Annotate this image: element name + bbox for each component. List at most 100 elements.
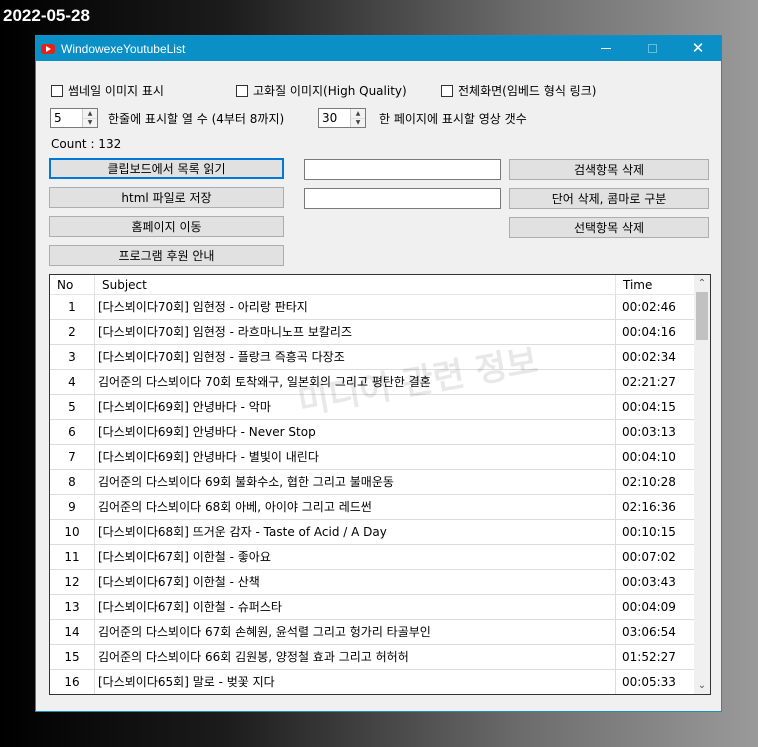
per-page-value: 30 [322, 111, 338, 125]
table-row[interactable]: 4 김어준의 다스뵈이다 70회 토착왜구, 일본회의 그리고 평탄한 결혼 02:… [50, 370, 695, 395]
cell-time: 00:07:02 [622, 550, 676, 564]
cell-subject: [다스뵈이다69회] 안녕바다 - 악마 [95, 395, 616, 419]
cell-time: 00:05:33 [622, 675, 676, 689]
app-window: WindowexeYoutubeList ✕ 썸네일 이미지 표시 고화질 이미… [35, 35, 722, 712]
cell-no: 5 [50, 395, 95, 419]
list-rows: 1 [다스뵈이다70회] 임현정 - 아리랑 판타지 00:02:46 2 [다스뵈이다… [50, 295, 695, 694]
cell-no: 14 [50, 620, 95, 644]
cell-subject: 김어준의 다스뵈이다 69회 불화수소, 협한 그리고 불매운동 [95, 470, 616, 494]
cell-no: 16 [50, 670, 95, 694]
homepage-button[interactable]: 홈페이지 이동 [49, 216, 284, 237]
hq-image-checkbox-label: 고화질 이미지(High Quality) [253, 84, 407, 98]
cell-subject: [다스뵈이다69회] 안녕바다 - 별빛이 내린다 [95, 445, 616, 469]
table-row[interactable]: 12 [다스뵈이다67회] 이한철 - 산책 00:03:43 [50, 570, 695, 595]
table-row[interactable]: 5 [다스뵈이다69회] 안녕바다 - 악마 00:04:15 [50, 395, 695, 420]
cell-subject: 김어준의 다스뵈이다 68회 아베, 아이야 그리고 레드썬 [95, 495, 616, 519]
table-row[interactable]: 14 김어준의 다스뵈이다 67회 손혜원, 윤석렬 그리고 헝가리 타골부인 03… [50, 620, 695, 645]
columns-value: 5 [54, 111, 62, 125]
desktop-date-label: 2022-05-28 [3, 6, 90, 25]
cell-no: 6 [50, 420, 95, 444]
cell-time: 00:04:09 [622, 600, 676, 614]
table-row[interactable]: 8 김어준의 다스뵈이다 69회 불화수소, 협한 그리고 불매운동 02:10:2… [50, 470, 695, 495]
search-input[interactable] [304, 159, 501, 180]
cell-no: 2 [50, 320, 95, 344]
vertical-scrollbar[interactable]: ⌃ ⌄ [694, 275, 710, 694]
cell-no: 9 [50, 495, 95, 519]
cell-no: 4 [50, 370, 95, 394]
columns-stepper[interactable]: 5 ▲ ▼ [50, 108, 98, 128]
cell-subject: [다스뵈이다65회] 말로 - 벚꽃 지다 [95, 670, 616, 694]
hq-image-checkbox[interactable]: 고화질 이미지(High Quality) [236, 82, 407, 99]
column-header-subject[interactable]: Subject [95, 275, 616, 295]
cell-no: 8 [50, 470, 95, 494]
cell-time: 00:02:34 [622, 350, 676, 364]
cell-subject: [다스뵈이다68회] 뜨거운 감자 - Taste of Acid / A Da… [95, 520, 616, 544]
maximize-button[interactable] [629, 36, 675, 61]
scroll-down-icon[interactable]: ⌄ [694, 677, 710, 694]
spin-up-icon[interactable]: ▲ [83, 109, 97, 118]
cell-no: 3 [50, 345, 95, 369]
title-bar[interactable]: WindowexeYoutubeList ✕ [36, 36, 721, 61]
cell-subject: [다스뵈이다70회] 임현정 - 아리랑 판타지 [95, 295, 616, 319]
cell-no: 12 [50, 570, 95, 594]
cell-time: 00:03:43 [622, 575, 676, 589]
delete-words-input[interactable] [304, 188, 501, 209]
video-list[interactable]: No Subject Time 1 [다스뵈이다70회] 임현정 - 아리랑 판타… [49, 274, 711, 695]
table-row[interactable]: 6 [다스뵈이다69회] 안녕바다 - Never Stop 00:03:13 [50, 420, 695, 445]
cell-subject: 김어준의 다스뵈이다 66회 김원봉, 양정철 효과 그리고 허허허 [95, 645, 616, 669]
table-row[interactable]: 13 [다스뵈이다67회] 이한철 - 슈퍼스타 00:04:09 [50, 595, 695, 620]
cell-subject: 김어준의 다스뵈이다 70회 토착왜구, 일본회의 그리고 평탄한 결혼 [95, 370, 616, 394]
table-row[interactable]: 9 김어준의 다스뵈이다 68회 아베, 아이야 그리고 레드썬 02:16:36 [50, 495, 695, 520]
close-button[interactable]: ✕ [675, 36, 721, 61]
fullscreen-checkbox[interactable]: 전체화면(임베드 형식 링크) [441, 82, 596, 99]
cell-subject: [다스뵈이다70회] 임현정 - 라흐마니노프 보칼리즈 [95, 320, 616, 344]
cell-time: 00:02:46 [622, 300, 676, 314]
minimize-button[interactable] [583, 36, 629, 61]
cell-time: 00:03:13 [622, 425, 676, 439]
delete-selected-button[interactable]: 선택항목 삭제 [509, 217, 709, 238]
delete-words-button[interactable]: 단어 삭제, 콤마로 구분 [509, 188, 709, 209]
per-page-stepper[interactable]: 30 ▲ ▼ [318, 108, 366, 128]
window-title: WindowexeYoutubeList [61, 41, 186, 56]
close-icon: ✕ [691, 39, 705, 57]
cell-no: 13 [50, 595, 95, 619]
minimize-icon [601, 48, 611, 49]
cell-no: 15 [50, 645, 95, 669]
per-page-label: 한 페이지에 표시할 영상 갯수 [379, 112, 527, 126]
cell-time: 00:04:10 [622, 450, 676, 464]
cell-time: 00:10:15 [622, 525, 676, 539]
cell-time: 02:21:27 [622, 375, 676, 389]
table-row[interactable]: 16 [다스뵈이다65회] 말로 - 벚꽃 지다 00:05:33 [50, 670, 695, 694]
table-row[interactable]: 2 [다스뵈이다70회] 임현정 - 라흐마니노프 보칼리즈 00:04:16 [50, 320, 695, 345]
cell-subject: 김어준의 다스뵈이다 67회 손혜원, 윤석렬 그리고 헝가리 타골부인 [95, 620, 616, 644]
read-clipboard-button[interactable]: 클립보드에서 목록 읽기 [49, 158, 284, 179]
table-row[interactable]: 10 [다스뵈이다68회] 뜨거운 감자 - Taste of Acid / A … [50, 520, 695, 545]
column-header-time[interactable]: Time [616, 275, 695, 295]
table-row[interactable]: 7 [다스뵈이다69회] 안녕바다 - 별빛이 내린다 00:04:10 [50, 445, 695, 470]
cell-subject: [다스뵈이다67회] 이한철 - 산책 [95, 570, 616, 594]
column-header-no[interactable]: No [50, 275, 95, 295]
table-row[interactable]: 11 [다스뵈이다67회] 이한철 - 좋아요 00:07:02 [50, 545, 695, 570]
cell-time: 00:04:15 [622, 400, 676, 414]
cell-subject: [다스뵈이다70회] 임현정 - 플랑크 즉흥곡 다장조 [95, 345, 616, 369]
thumbnail-checkbox[interactable]: 썸네일 이미지 표시 [51, 82, 164, 99]
table-row[interactable]: 15 김어준의 다스뵈이다 66회 김원봉, 양정철 효과 그리고 허허허 01:5… [50, 645, 695, 670]
save-html-button[interactable]: html 파일로 저장 [49, 187, 284, 208]
table-row[interactable]: 3 [다스뵈이다70회] 임현정 - 플랑크 즉흥곡 다장조 00:02:34 [50, 345, 695, 370]
scroll-thumb[interactable] [696, 292, 708, 340]
cell-time: 02:10:28 [622, 475, 676, 489]
spin-down-icon[interactable]: ▼ [83, 117, 97, 127]
cell-subject: [다스뵈이다69회] 안녕바다 - Never Stop [95, 420, 616, 444]
columns-label: 한줄에 표시할 열 수 (4부터 8까지) [108, 112, 285, 126]
scroll-up-icon[interactable]: ⌃ [694, 275, 710, 292]
sponsor-info-button[interactable]: 프로그램 후원 안내 [49, 245, 284, 266]
delete-search-button[interactable]: 검색항목 삭제 [509, 159, 709, 180]
cell-no: 11 [50, 545, 95, 569]
spin-up-icon[interactable]: ▲ [351, 109, 365, 118]
cell-time: 00:04:16 [622, 325, 676, 339]
spin-down-icon[interactable]: ▼ [351, 117, 365, 127]
table-row[interactable]: 1 [다스뵈이다70회] 임현정 - 아리랑 판타지 00:02:46 [50, 295, 695, 320]
count-label: Count : 132 [51, 137, 122, 151]
list-header: No Subject Time [50, 275, 695, 295]
youtube-app-icon [41, 43, 55, 54]
